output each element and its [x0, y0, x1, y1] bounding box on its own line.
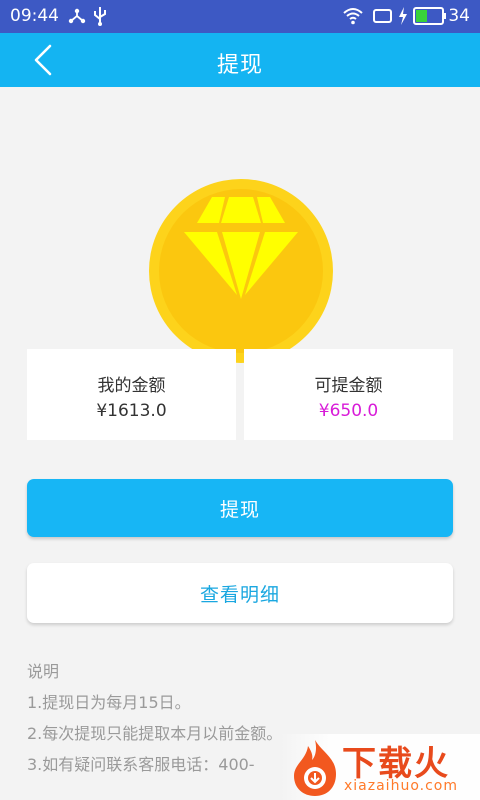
- battery-percent: 34: [448, 6, 470, 26]
- charging-icon: [397, 5, 409, 31]
- status-bar: 09:44 34: [0, 0, 480, 33]
- status-time: 09:44: [10, 6, 59, 26]
- my-balance-label: 我的金额: [97, 376, 166, 396]
- my-balance-card: 我的金额 ¥1613.0: [27, 349, 236, 440]
- watermark: 下载火 xiazaihuo.com: [280, 734, 480, 800]
- instruction-item: 1.提现日为每月15日。: [27, 693, 191, 712]
- usb-icon: [90, 5, 110, 31]
- app-bar: 提现: [0, 33, 480, 87]
- withdraw-button[interactable]: 提现: [27, 479, 453, 537]
- instruction-item: 3.如有疑问联系客服电话：400-: [27, 755, 255, 774]
- page-title: 提现: [216, 53, 263, 78]
- withdrawable-label: 可提金额: [314, 376, 383, 396]
- instruction-item: 2.每次提现只能提取本月以前金额。: [27, 724, 283, 743]
- my-balance-value: ¥1613.0: [96, 401, 167, 421]
- withdrawable-card: 可提金额 ¥650.0: [244, 349, 453, 440]
- withdrawable-value: ¥650.0: [318, 401, 379, 421]
- diamond-coin-icon: [149, 179, 333, 363]
- wifi-icon: [342, 5, 364, 31]
- share-icon: [66, 5, 88, 31]
- view-details-button[interactable]: 查看明细: [27, 563, 453, 623]
- instructions: 说明 1.提现日为每月15日。 2.每次提现只能提取本月以前金额。 3.如有疑问…: [27, 656, 282, 780]
- instructions-title: 说明: [27, 662, 60, 681]
- watermark-domain: xiazaihuo.com: [344, 778, 458, 794]
- flame-logo-icon: [288, 738, 342, 800]
- cast-icon: [372, 5, 394, 31]
- battery-icon: [413, 7, 447, 29]
